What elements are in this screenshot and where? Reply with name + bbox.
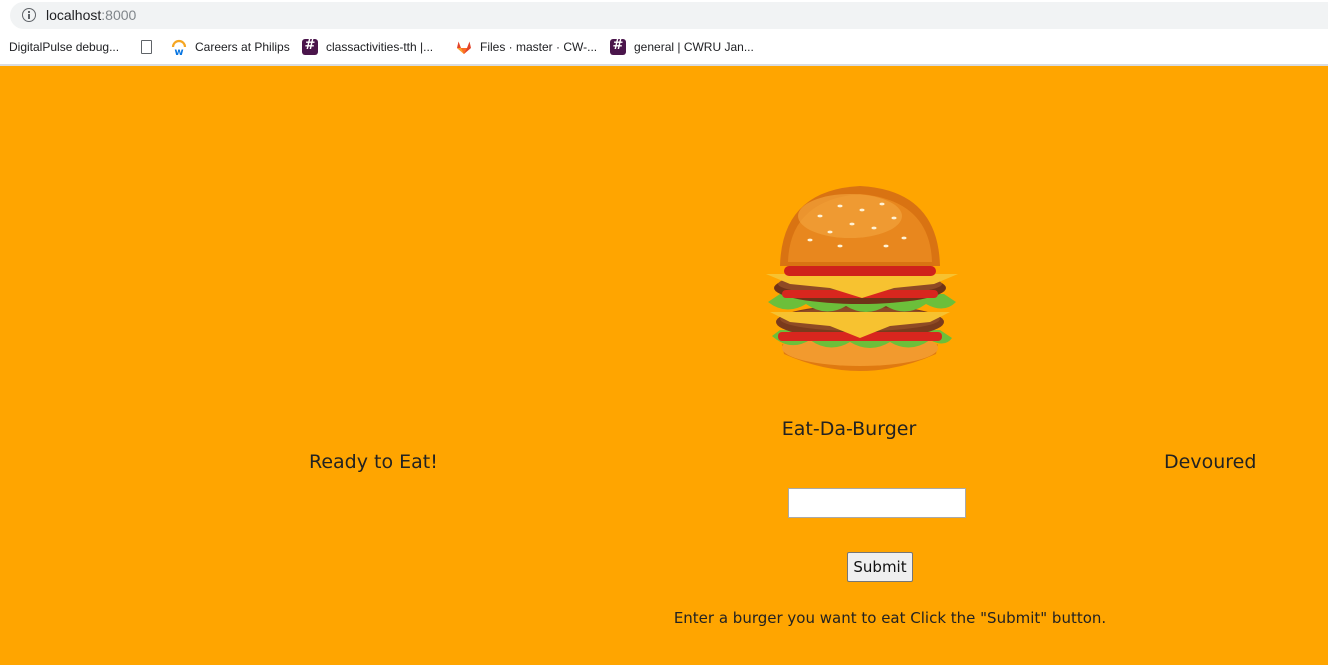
bookmark-label: Files · master · CW-... bbox=[480, 40, 598, 54]
document-icon bbox=[141, 39, 157, 55]
ready-to-eat-heading: Ready to Eat! bbox=[309, 451, 438, 473]
slack-icon bbox=[302, 38, 318, 55]
bookmark-label: Careers at Philips bbox=[195, 40, 290, 54]
url-port: :8000 bbox=[101, 7, 137, 23]
bookmark-general-cwru[interactable]: general | CWRU Jan... bbox=[610, 36, 754, 58]
browser-chrome: localhost:8000 DigitalPulse debug... w C… bbox=[0, 0, 1328, 66]
url-host: localhost bbox=[46, 7, 102, 23]
bookmark-document[interactable] bbox=[141, 36, 165, 58]
app-title: Eat-Da-Burger bbox=[781, 418, 917, 440]
gitlab-icon bbox=[456, 39, 472, 55]
page-content: Eat-Da-Burger Ready to Eat! Devoured Sub… bbox=[0, 66, 1328, 665]
workday-icon: w bbox=[171, 39, 187, 58]
slack-icon bbox=[610, 38, 626, 55]
bookmark-label: general | CWRU Jan... bbox=[634, 40, 754, 54]
address-bar[interactable]: localhost:8000 bbox=[10, 2, 1328, 29]
burger-name-input[interactable] bbox=[788, 488, 966, 518]
url-text[interactable]: localhost:8000 bbox=[46, 7, 136, 23]
bookmark-label: classactivities-tth |... bbox=[326, 40, 434, 54]
submit-button[interactable]: Submit bbox=[847, 552, 913, 582]
bookmark-careers[interactable]: w Careers at Philips bbox=[171, 36, 290, 58]
burger-image bbox=[766, 186, 958, 371]
bookmarks-bar: DigitalPulse debug... w Careers at Phili… bbox=[0, 36, 1328, 58]
devoured-heading: Devoured bbox=[1164, 451, 1257, 473]
bookmark-classactivities[interactable]: classactivities-tth |... bbox=[302, 36, 433, 58]
bookmark-digitalpulse[interactable]: DigitalPulse debug... bbox=[9, 36, 119, 58]
bookmark-gitlab-files[interactable]: Files · master · CW-... bbox=[456, 36, 597, 58]
bookmark-label: DigitalPulse debug... bbox=[9, 40, 120, 54]
svg-text:w: w bbox=[174, 47, 183, 55]
info-icon[interactable] bbox=[22, 8, 36, 22]
instructions-text: Enter a burger you want to eat Click the… bbox=[673, 609, 1107, 627]
